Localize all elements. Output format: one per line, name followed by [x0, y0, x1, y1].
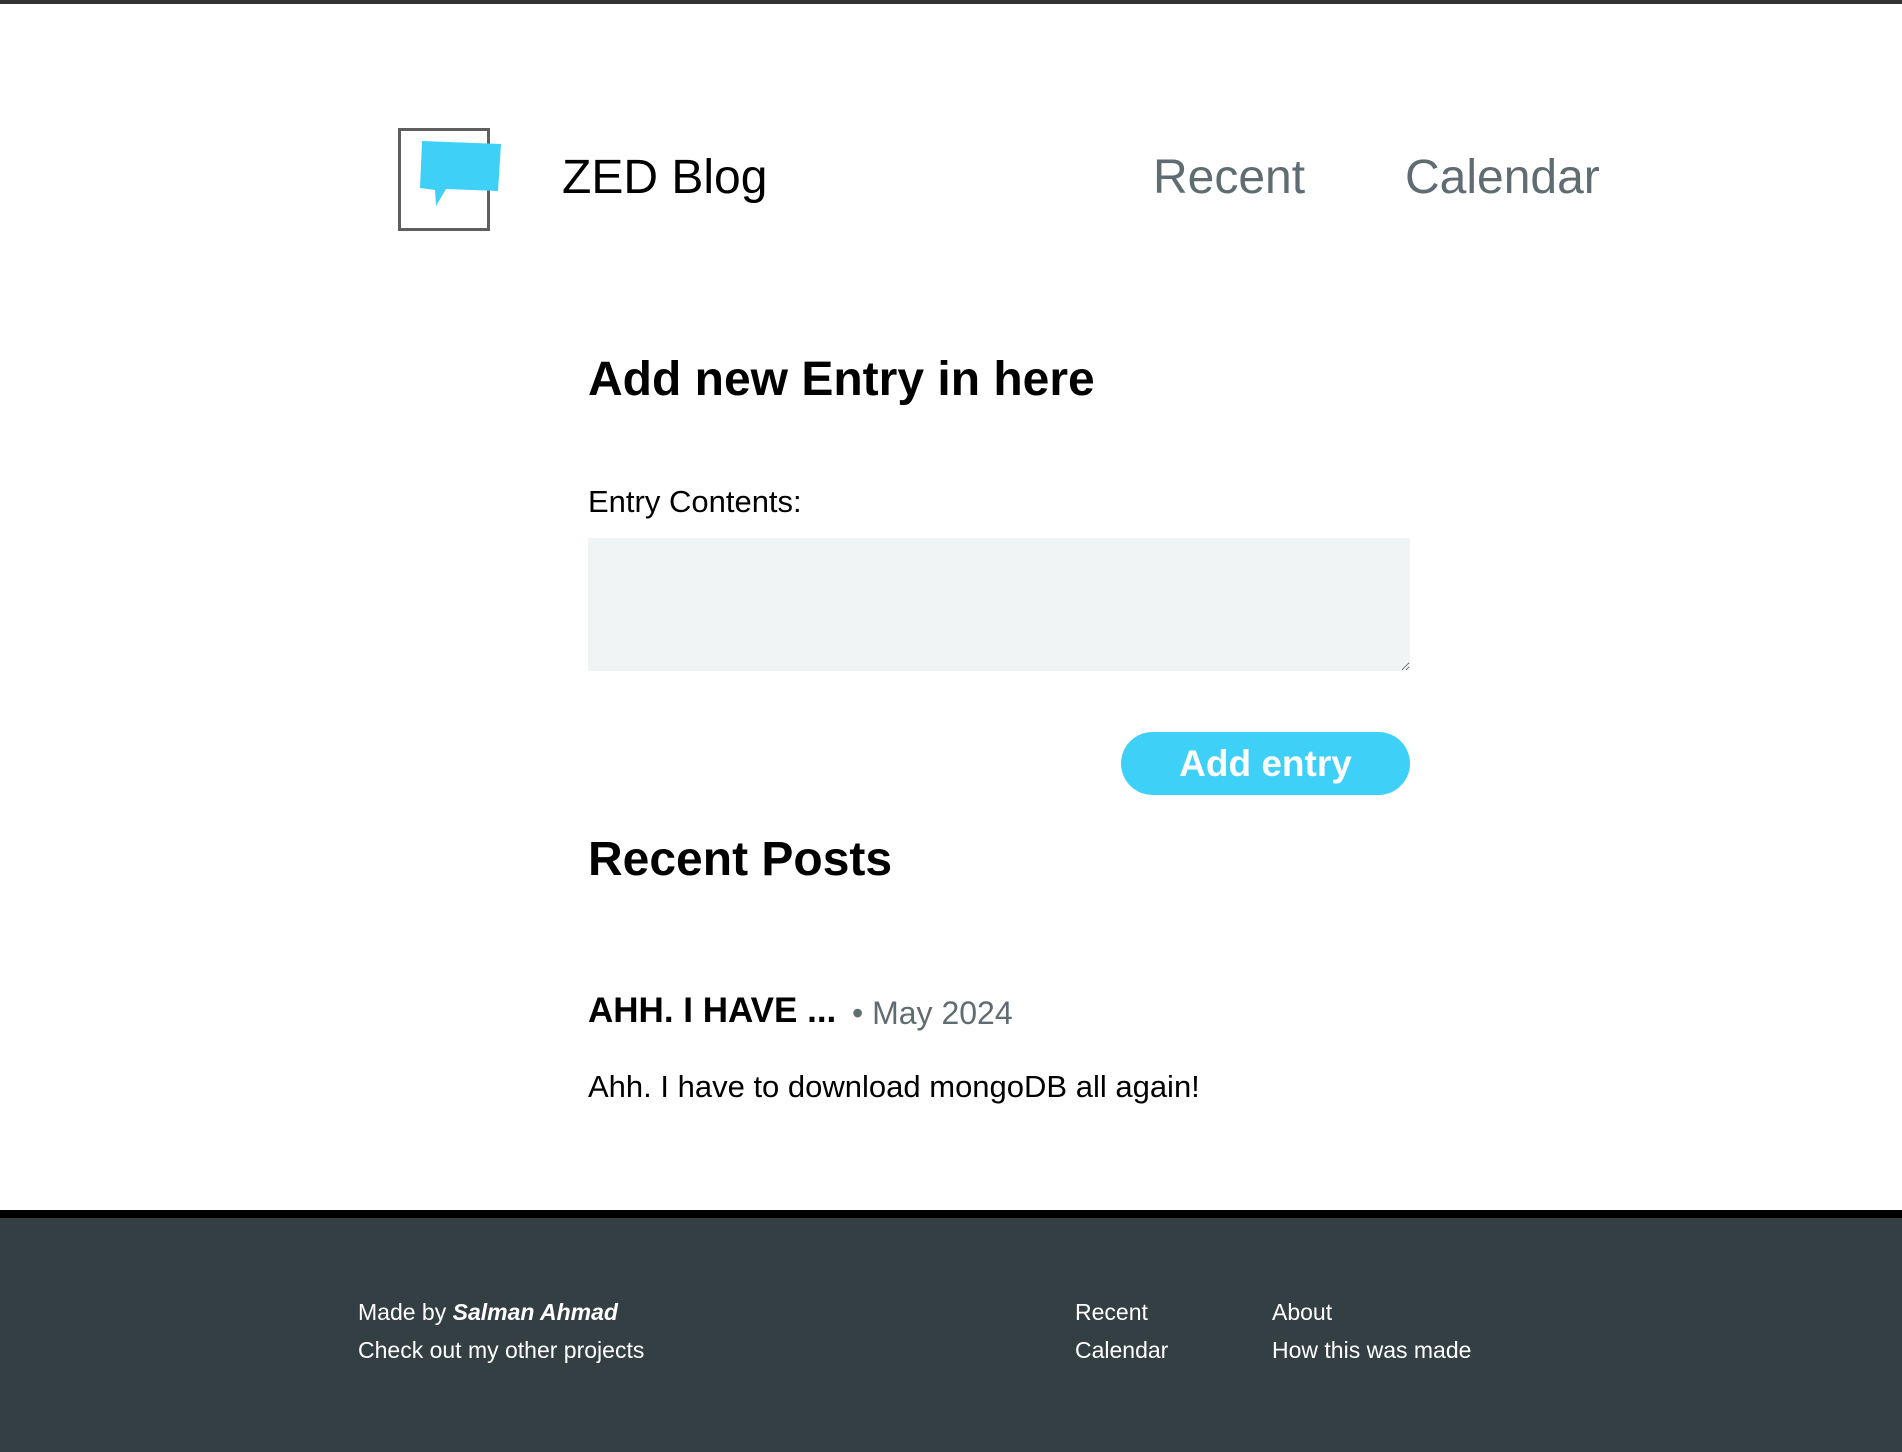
speech-bubble-icon	[420, 141, 501, 206]
recent-posts-heading: Recent Posts	[588, 833, 893, 886]
logo[interactable]	[398, 128, 501, 231]
footer-link-calendar[interactable]: Calendar	[1075, 1336, 1168, 1364]
post-body: Ahh. I have to download mongoDB all agai…	[588, 1069, 1200, 1104]
footer-link-how-made[interactable]: How this was made	[1272, 1336, 1471, 1364]
post-date: • May 2024	[852, 995, 1013, 1031]
made-by-prefix: Made by	[358, 1299, 447, 1325]
add-entry-heading: Add new Entry in here	[588, 353, 1095, 406]
other-projects-link[interactable]: Check out my other projects	[358, 1336, 644, 1364]
made-by-line: Made by Salman Ahmad	[358, 1298, 618, 1326]
post-title[interactable]: AHH. I HAVE ...	[588, 991, 836, 1031]
add-entry-button[interactable]: Add entry	[1121, 732, 1410, 795]
footer-divider	[0, 1210, 1902, 1218]
footer: Made by Salman Ahmad Check out my other …	[0, 1218, 1902, 1452]
entry-contents-textarea[interactable]	[588, 538, 1410, 671]
footer-link-recent[interactable]: Recent	[1075, 1298, 1148, 1326]
footer-link-about[interactable]: About	[1272, 1298, 1332, 1326]
nav-recent[interactable]: Recent	[1153, 150, 1305, 206]
author-link[interactable]: Salman Ahmad	[453, 1299, 618, 1325]
entry-contents-label: Entry Contents:	[588, 484, 802, 519]
site-title[interactable]: ZED Blog	[562, 150, 767, 206]
top-border	[0, 0, 1902, 4]
nav-calendar[interactable]: Calendar	[1405, 150, 1600, 206]
